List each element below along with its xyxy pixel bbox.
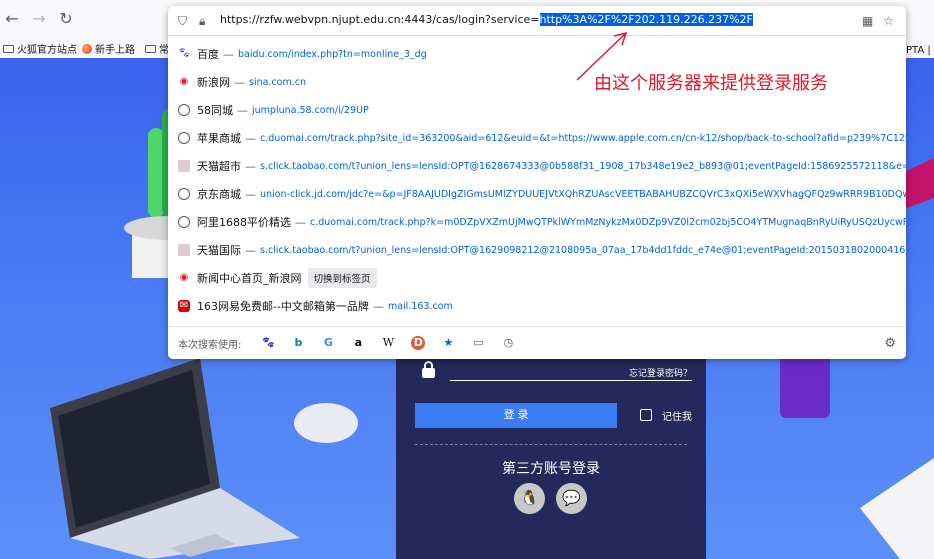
lock-icon[interactable]: 🔒︎ — [199, 14, 205, 29]
suggestion-row[interactable]: 🐾︎ 百度 — baidu.com/index.php?tn=monline_3_… — [168, 40, 906, 68]
firefox-icon — [82, 43, 92, 54]
bookmark-item[interactable]: PTA | 程 — [906, 41, 934, 56]
sina-eye-icon: ◉ — [179, 272, 189, 283]
tabs-icon[interactable]: ▭ — [471, 336, 485, 350]
tmall-icon — [178, 160, 190, 172]
gear-icon[interactable]: ⚙ — [884, 336, 896, 351]
back-arrow-icon[interactable]: ← — [2, 9, 22, 29]
switch-to-tab-button[interactable]: 切换到标签页 — [307, 268, 377, 288]
wikipedia-engine-icon[interactable]: W — [381, 336, 395, 350]
login-panel: 忘记登录密码？ 登 录 记住我 第三方账号登录 🐧 💬 — [396, 358, 706, 559]
urlbar-dropdown: ⛉ 🔒︎ https://rzfw.webvpn.njupt.edu.cn:44… — [168, 6, 906, 359]
amazon-engine-icon[interactable]: a — [351, 336, 365, 350]
suggestion-row[interactable]: 阿里1688平价精选 — c.duomai.com/track.php?k=m0D… — [168, 208, 906, 236]
qr-code-icon[interactable]: ▦ — [862, 14, 873, 28]
bookmark-item[interactable]: 火狐官方站点 — [3, 41, 77, 56]
paper-illustration — [860, 458, 934, 559]
url-bar[interactable]: ⛉ 🔒︎ https://rzfw.webvpn.njupt.edu.cn:44… — [168, 6, 906, 36]
shield-icon[interactable]: ⛉ — [178, 14, 187, 29]
globe-icon — [178, 216, 190, 228]
suggestion-row[interactable]: 天猫国际 — s.click.taobao.com/t?union_lens=le… — [168, 236, 906, 264]
suggestion-row[interactable]: 天猫超市 — s.click.taobao.com/t?union_lens=le… — [168, 152, 906, 180]
remember-me-label: 记住我 — [662, 412, 692, 423]
suggestion-row[interactable]: 58同城 — jumpluna.58.com/i/29UP — [168, 96, 906, 124]
mouse-illustration — [294, 403, 358, 443]
tmall-icon — [178, 244, 190, 256]
baidu-paw-icon: 🐾︎ — [178, 48, 191, 59]
laptop-illustration — [50, 358, 300, 559]
netease-icon: ✉︎ — [178, 300, 190, 312]
search-engines-bar: 本次搜索使用: 🐾︎ b G a W D ★ ▭ ◷ ⚙ — [168, 326, 906, 359]
globe-icon — [178, 132, 190, 144]
suggestion-row[interactable]: 苹果商城 — c.duomai.com/track.php?site_id=363… — [168, 124, 906, 152]
baidu-engine-icon[interactable]: 🐾︎ — [261, 336, 275, 350]
wechat-icon[interactable]: 💬 — [556, 483, 587, 514]
forgot-password-link[interactable]: 忘记登录密码？ — [629, 366, 692, 379]
lock-icon — [422, 361, 435, 378]
globe-icon — [178, 104, 190, 116]
login-button[interactable]: 登 录 — [415, 403, 617, 428]
bookmarks-star-icon[interactable]: ★ — [441, 336, 455, 350]
history-clock-icon[interactable]: ◷ — [501, 336, 515, 350]
bing-engine-icon[interactable]: b — [291, 336, 305, 350]
sina-eye-icon: ◉ — [179, 76, 189, 87]
globe-icon — [178, 188, 190, 200]
reload-icon[interactable]: ↻ — [56, 9, 76, 29]
remember-me-checkbox[interactable] — [640, 409, 652, 421]
google-engine-icon[interactable]: G — [321, 336, 335, 350]
folder-icon — [3, 44, 14, 53]
suggestion-row[interactable]: 京东商城 — union-click.jd.com/jdc?e=&p=JF8AAJ… — [168, 180, 906, 208]
url-selection: http%3A%2F%2F202.119.226.237%2F — [539, 13, 753, 26]
bookmark-star-icon[interactable]: ☆ — [883, 14, 894, 28]
duckduckgo-engine-icon[interactable]: D — [411, 336, 426, 350]
engines-label: 本次搜索使用: — [178, 339, 242, 351]
bookmark-item[interactable]: 新手上路 — [82, 41, 135, 56]
forward-arrow-icon[interactable]: → — [29, 9, 49, 29]
suggestion-row[interactable]: ◉ 新闻中心首页_新浪网 切换到标签页 — [168, 264, 906, 292]
folder-icon — [145, 44, 156, 53]
third-party-login-title: 第三方账号登录 — [502, 461, 600, 477]
bookmark-item[interactable]: 常 — [145, 41, 169, 56]
password-input[interactable] — [450, 380, 692, 381]
qq-icon[interactable]: 🐧 — [514, 483, 545, 514]
suggestion-row[interactable]: ✉︎ 163网易免费邮--中文邮箱第一品牌 — mail.163.com — [168, 292, 906, 320]
url-text[interactable]: https://rzfw.webvpn.njupt.edu.cn:4443/ca… — [220, 13, 753, 26]
divider — [415, 444, 687, 445]
annotation-text: 由这个服务器来提供登录服务 — [594, 73, 828, 94]
